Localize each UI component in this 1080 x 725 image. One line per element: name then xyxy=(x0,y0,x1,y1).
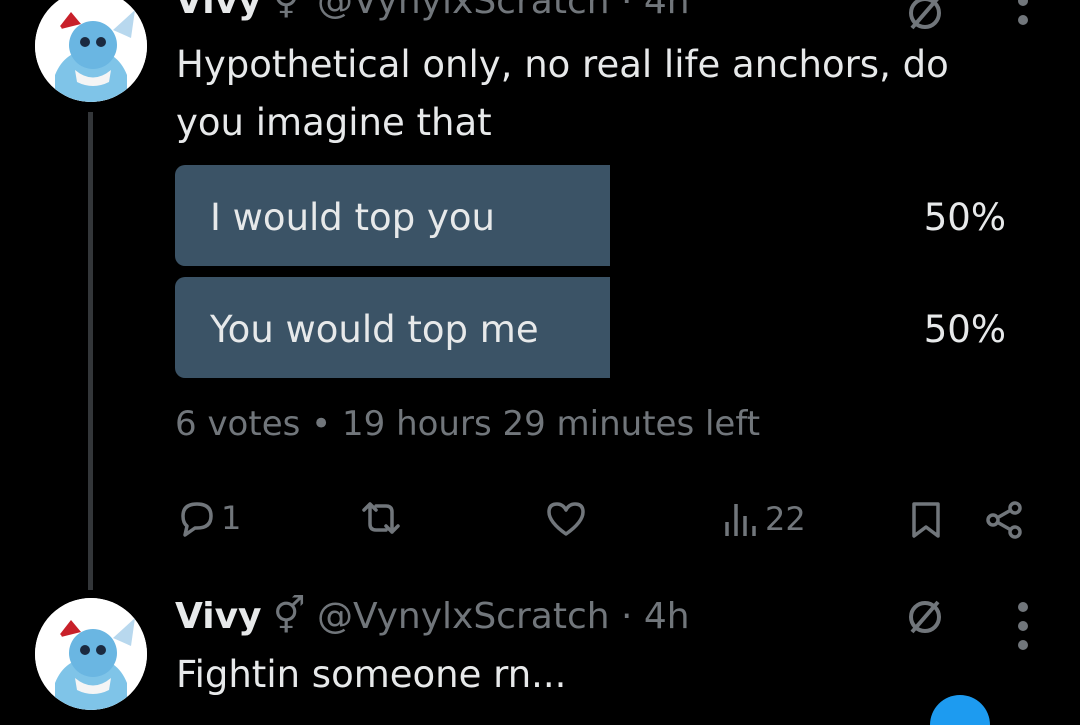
reply-icon xyxy=(181,502,213,537)
bookmark-icon xyxy=(912,502,940,538)
repost-button[interactable] xyxy=(358,500,404,536)
views-button[interactable]: 22 xyxy=(723,500,806,538)
poll-option-1-label: I would top you xyxy=(210,196,495,239)
heart-icon xyxy=(547,502,585,536)
more-options-icon[interactable] xyxy=(1017,602,1029,650)
share-button[interactable] xyxy=(985,500,1025,540)
intersex-icon: ⚥ xyxy=(272,0,306,22)
reply-button[interactable]: 1 xyxy=(175,498,241,538)
views-icon xyxy=(725,504,756,536)
thread-line xyxy=(88,112,93,590)
more-options-icon[interactable] xyxy=(1017,0,1029,25)
grok-icon[interactable] xyxy=(906,0,944,36)
display-name[interactable]: Vivy xyxy=(175,596,262,637)
poll-option-2-label: You would top me xyxy=(210,308,539,351)
timestamp[interactable]: · 4h xyxy=(621,596,690,637)
bookmark-button[interactable] xyxy=(910,500,942,540)
share-icon xyxy=(986,501,1022,539)
avatar[interactable] xyxy=(35,0,147,102)
grok-icon[interactable] xyxy=(906,598,944,640)
poll-option-2-percent: 50% xyxy=(923,308,1006,351)
avatar[interactable] xyxy=(35,598,147,710)
repost-icon xyxy=(362,502,400,534)
intersex-icon: ⚥ xyxy=(272,596,306,637)
handle[interactable]: @VynylxScratch xyxy=(317,596,610,637)
timestamp[interactable]: · 4h xyxy=(621,0,690,22)
poll-summary: 6 votes • 19 hours 29 minutes left xyxy=(175,404,761,444)
handle[interactable]: @VynylxScratch xyxy=(317,0,610,22)
reply-count: 1 xyxy=(221,499,242,537)
post-text: Hypothetical only, no real life anchors,… xyxy=(176,43,949,144)
post-text: Fightin someone rn... xyxy=(176,653,567,696)
poll-option-1-percent: 50% xyxy=(923,196,1006,239)
post-header: Vivy ⚥ @VynylxScratch · 4h xyxy=(175,0,690,22)
like-button[interactable] xyxy=(545,500,587,538)
post-header: Vivy ⚥ @VynylxScratch · 4h xyxy=(175,597,690,637)
display-name[interactable]: Vivy xyxy=(175,0,262,22)
views-count: 22 xyxy=(765,500,806,538)
